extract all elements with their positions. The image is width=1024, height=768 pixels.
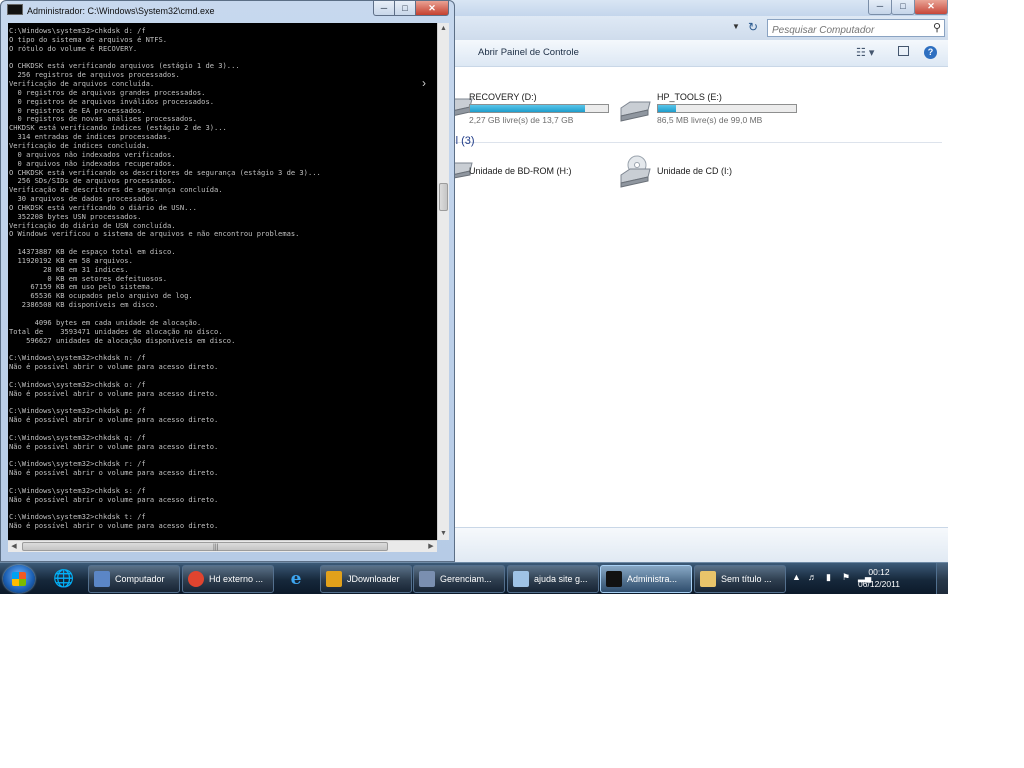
search-box[interactable]: ⚲ — [767, 19, 945, 39]
drive-name: HP_TOOLS (E:) — [657, 92, 722, 102]
computer-icon — [94, 571, 110, 587]
internet-explorer-icon[interactable]: e — [282, 566, 310, 592]
clock-date: 06/12/2011 — [858, 579, 900, 589]
taskbar-button-label: ajuda site g... — [534, 574, 588, 584]
close-button[interactable]: ✕ — [415, 1, 449, 16]
scroll-left-arrow-icon[interactable]: ◀ — [8, 541, 20, 552]
scroll-up-arrow-icon[interactable]: ▲ — [438, 23, 449, 35]
show-desktop-button[interactable] — [936, 563, 948, 594]
device-manager-icon — [419, 571, 435, 587]
windows-logo-icon — [12, 572, 26, 586]
taskbar-button-jdownloader[interactable]: JDownloader — [320, 565, 412, 593]
drive-name: Unidade de CD (I:) — [657, 166, 733, 176]
help-icon[interactable]: ? — [924, 46, 937, 59]
network-globe-icon[interactable]: 🌐 — [50, 566, 78, 592]
minimize-button[interactable]: ─ — [868, 0, 892, 15]
maximize-button[interactable]: □ — [394, 1, 416, 16]
cd-drive-icon — [620, 155, 651, 188]
command-bar: Abrir Painel de Controle ☷ ▾ ? — [440, 40, 948, 67]
minimize-button[interactable]: ─ — [373, 1, 395, 16]
battery-icon[interactable]: ▮ — [826, 572, 831, 583]
cmd-icon — [606, 571, 622, 587]
explorer-titlebar[interactable]: ─ □ ✕ — [440, 0, 948, 16]
hard-drive-icon — [620, 101, 651, 122]
taskbar-button-cmd[interactable]: Administra... — [600, 565, 692, 593]
drive-list: RECOVERY (D:) 2,27 GB livre(s) de 13,7 G… — [440, 67, 948, 527]
speaker-icon[interactable]: ♬ — [808, 572, 817, 582]
taskbar-button-label: Computador — [115, 574, 165, 584]
vertical-scrollbar[interactable]: ▲ ▼ — [437, 23, 449, 540]
explorer-window: ─ □ ✕ ▼ ↻ ⚲ Abrir Painel de Controle ☷ ▾… — [440, 0, 948, 563]
drive-free-space: 86,5 MB livre(s) de 99,0 MB — [657, 115, 763, 125]
chevron-right-icon: › — [422, 76, 426, 90]
taskbar-button-device-manager[interactable]: Gerenciam... — [413, 565, 505, 593]
taskbar-button-computer[interactable]: Computador — [88, 565, 180, 593]
taskbar-button-label: Administra... — [627, 574, 678, 584]
taskbar-button-label: JDownloader — [347, 574, 400, 584]
open-control-panel-button[interactable]: Abrir Painel de Controle — [478, 47, 579, 58]
window-title: Administrador: C:\Windows\System32\cmd.e… — [27, 6, 215, 16]
drive-name: Unidade de BD-ROM (H:) — [469, 166, 572, 176]
start-button[interactable] — [3, 565, 35, 593]
taskbar-button-chrome[interactable]: Hd externo ... — [182, 565, 274, 593]
taskbar-button-paint[interactable]: Sem título ... — [694, 565, 786, 593]
scroll-down-arrow-icon[interactable]: ▼ — [438, 528, 449, 540]
taskbar-button-label: Hd externo ... — [209, 574, 264, 584]
taskbar-button-label: Sem título ... — [721, 574, 772, 584]
console-text: C:\Windows\system32>chkdsk d: /f O tipo … — [9, 26, 321, 531]
details-pane — [440, 527, 948, 563]
chrome-icon — [188, 571, 204, 587]
maximize-button[interactable]: □ — [891, 0, 915, 15]
taskbar-button-notepad[interactable]: ajuda site g... — [507, 565, 599, 593]
paint-icon — [700, 571, 716, 587]
horizontal-scrollbar[interactable]: ◀ ||| ▶ — [8, 540, 437, 552]
search-icon[interactable]: ⚲ — [933, 21, 941, 34]
scroll-thumb[interactable] — [439, 183, 448, 211]
cmd-icon — [7, 4, 23, 15]
address-bar: ▼ ↻ ⚲ — [440, 16, 948, 40]
preview-pane-icon[interactable] — [898, 46, 909, 56]
taskbar-button-label: Gerenciam... — [440, 574, 492, 584]
console-output[interactable]: C:\Windows\system32>chkdsk d: /f O tipo … — [8, 23, 437, 540]
address-dropdown-icon[interactable]: ▼ — [732, 22, 740, 31]
cmd-titlebar[interactable]: Administrador: C:\Windows\System32\cmd.e… — [7, 4, 215, 16]
desktop: ─ □ ✕ ▼ ↻ ⚲ Abrir Painel de Controle ☷ ▾… — [0, 0, 948, 594]
group-divider — [480, 142, 942, 143]
taskbar: 🌐 e Computador Hd externo ... JDownloader G… — [0, 562, 948, 594]
search-input[interactable] — [768, 22, 922, 39]
drive-usage-bar — [469, 104, 609, 113]
notepad-icon — [513, 571, 529, 587]
change-view-icon[interactable]: ☷ ▾ — [856, 46, 874, 59]
show-hidden-icons-icon[interactable]: ▲ — [792, 572, 801, 582]
drive-free-space: 2,27 GB livre(s) de 13,7 GB — [469, 115, 574, 125]
scroll-thumb[interactable]: ||| — [22, 542, 388, 551]
clock-time: 00:12 — [868, 567, 890, 577]
scroll-right-arrow-icon[interactable]: ▶ — [425, 541, 437, 552]
cmd-window: Administrador: C:\Windows\System32\cmd.e… — [0, 0, 455, 562]
close-button[interactable]: ✕ — [914, 0, 948, 15]
clock[interactable]: 00:12 06/12/2011 — [850, 566, 908, 590]
drive-name: RECOVERY (D:) — [469, 92, 537, 102]
drive-usage-bar — [657, 104, 797, 113]
refresh-icon[interactable]: ↻ — [745, 19, 761, 35]
jdownloader-icon — [326, 571, 342, 587]
action-center-flag-icon[interactable]: ⚑ — [842, 572, 850, 583]
